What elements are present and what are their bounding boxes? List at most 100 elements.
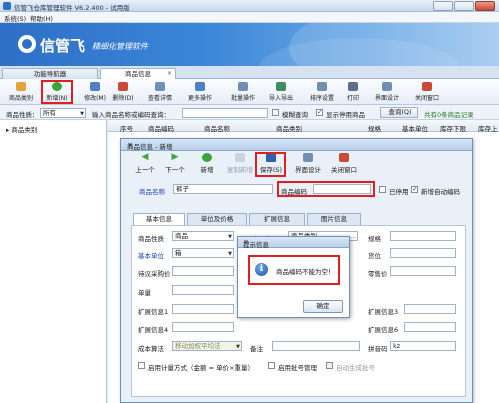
ext6-label: 扩展信息6 xyxy=(368,326,399,334)
import-export-button[interactable]: 导入导出 xyxy=(264,82,298,103)
menu-bar: 系统(S) 帮助(H) xyxy=(0,12,499,23)
button-label: 打印 xyxy=(346,95,359,102)
query-button[interactable]: 查询(Q) xyxy=(380,107,418,118)
chevron-down-icon: ▼ xyxy=(228,251,232,257)
chevron-down-icon: ▼ xyxy=(80,111,84,117)
tab-navigator[interactable]: 功能导航器 xyxy=(2,68,98,79)
fuzzy-checkbox[interactable] xyxy=(272,109,279,116)
show-disabled-checkbox[interactable] xyxy=(316,108,323,116)
tab-unit-price[interactable]: 单位及价格 xyxy=(187,213,247,225)
ext4-input[interactable] xyxy=(172,322,234,332)
expand-icon[interactable]: ▸ xyxy=(6,126,9,134)
button-label: 界面设计 xyxy=(295,166,321,174)
fuzzy-label: 模糊查询 xyxy=(282,111,308,119)
ext3-input[interactable] xyxy=(404,304,456,314)
auto-code-checkbox[interactable] xyxy=(411,185,418,193)
std-price-input[interactable] xyxy=(172,266,234,276)
batch-button[interactable]: 批量操作 xyxy=(226,82,260,103)
tab-product-info[interactable]: 商品信息 × xyxy=(100,68,176,79)
close-window-button[interactable] xyxy=(475,1,495,11)
more-icon xyxy=(195,82,205,91)
scope-value: 所有 xyxy=(43,109,56,117)
button-label: 删除(D) xyxy=(112,95,134,102)
cost-value: 移动加权平均法 xyxy=(175,342,221,350)
disabled-checkbox[interactable] xyxy=(379,186,386,193)
nature-select[interactable]: 商品 ▼ xyxy=(172,231,234,241)
category-tree: ▸ 商品类别 xyxy=(0,120,107,403)
auto-batch-label: 自动生成批号 xyxy=(336,364,375,372)
more-actions-button[interactable]: 更多操作 xyxy=(183,82,217,103)
ellipsis-icon[interactable]: … xyxy=(351,233,356,240)
copy-add-button[interactable]: 复制新增 xyxy=(223,153,257,175)
menu-help[interactable]: 帮助(H) xyxy=(30,13,53,23)
dialog-title-bar: 商品信息 - 新增 × xyxy=(121,139,472,151)
button-label: 修改(M) xyxy=(84,95,106,102)
print-icon xyxy=(348,82,358,91)
scope-select[interactable]: 所有 ▼ xyxy=(40,108,86,118)
code-input[interactable] xyxy=(313,184,371,194)
close-icon[interactable]: × xyxy=(243,238,345,246)
button-label: 排序设置 xyxy=(309,95,334,102)
dialog-add-button[interactable]: 新增 xyxy=(197,153,217,175)
tab-extended[interactable]: 扩展信息 xyxy=(249,213,305,225)
button-label: 界面设计 xyxy=(374,95,399,102)
auto-batch-checkbox[interactable] xyxy=(326,362,333,369)
alert-message: 商品编码不能为空！ xyxy=(276,268,335,276)
close-tab-icon[interactable]: × xyxy=(167,69,172,79)
cost-select[interactable]: 移动加权平均法 ▼ xyxy=(172,341,242,351)
logo-text: 信管飞 xyxy=(40,37,86,55)
keyword-label: 输入商品名称或编码查询： xyxy=(92,111,170,119)
button-label: 关闭窗口 xyxy=(414,95,439,102)
view-detail-button[interactable]: 查看详情 xyxy=(143,82,177,103)
logo-icon xyxy=(18,35,36,53)
tab-basic-info[interactable]: 基本信息 xyxy=(133,213,185,225)
name-input[interactable]: 裤子 xyxy=(173,184,273,194)
sort-button[interactable]: 排序设置 xyxy=(305,82,339,103)
batch-label: 启用批号管理 xyxy=(278,364,317,372)
view-icon xyxy=(155,82,165,91)
tab-label: 商品信息 xyxy=(125,70,151,78)
disabled-label: 已停用 xyxy=(389,188,409,196)
position-input[interactable] xyxy=(390,248,456,258)
category-button[interactable]: 商品类别 xyxy=(6,82,36,103)
dialog-close-button[interactable]: 关闭窗口 xyxy=(327,153,361,175)
keyword-input[interactable] xyxy=(182,108,268,118)
highlight-save xyxy=(255,152,286,177)
edit-button[interactable]: 修改(M) xyxy=(82,82,108,103)
unit-price-input[interactable] xyxy=(172,285,234,295)
design-icon xyxy=(303,153,313,162)
ok-button[interactable]: 确定 xyxy=(303,300,343,313)
close-page-button[interactable]: 关闭窗口 xyxy=(410,82,444,103)
next-button[interactable]: ▶ 下一个 xyxy=(161,153,189,175)
ext1-input[interactable] xyxy=(172,304,234,314)
retail-input[interactable] xyxy=(390,266,456,276)
spec-label: 规格 xyxy=(368,235,381,243)
dialog-design-button[interactable]: 界面设计 xyxy=(291,153,325,175)
std-price-label: 待议采购价 xyxy=(138,270,171,278)
delete-button[interactable]: 删除(D) xyxy=(110,82,136,103)
button-label: 更多操作 xyxy=(187,95,212,102)
print-button[interactable]: 打印 xyxy=(342,82,364,103)
tab-label: 基本信息 xyxy=(146,215,172,223)
slogan: 精细化管理软件 xyxy=(92,42,148,51)
tree-root[interactable]: ▸ 商品类别 xyxy=(6,124,37,134)
info-icon: i xyxy=(255,263,268,276)
spec-input[interactable] xyxy=(390,231,456,241)
maximize-button[interactable] xyxy=(454,1,474,11)
menu-system[interactable]: 系统(S) xyxy=(4,13,26,23)
tree-root-label: 商品类别 xyxy=(11,126,38,134)
unit-select[interactable]: 箱 ▼ xyxy=(172,248,234,258)
close-icon[interactable]: × xyxy=(127,141,468,149)
arrow-left-icon: ◀ xyxy=(141,152,149,162)
enable-metering-checkbox[interactable] xyxy=(138,362,145,369)
batch-checkbox[interactable] xyxy=(268,362,275,369)
tab-images[interactable]: 图片信息 xyxy=(307,213,361,225)
pinyin-input[interactable]: kz xyxy=(390,341,456,351)
remark-input[interactable] xyxy=(272,341,360,351)
minimize-button[interactable] xyxy=(433,1,453,11)
prev-button[interactable]: ◀ 上一个 xyxy=(131,153,159,175)
position-label: 货位 xyxy=(368,252,381,260)
ui-design-button[interactable]: 界面设计 xyxy=(370,82,404,103)
ext6-input[interactable] xyxy=(404,322,456,332)
tab-bar: 功能导航器 商品信息 × xyxy=(0,66,499,79)
